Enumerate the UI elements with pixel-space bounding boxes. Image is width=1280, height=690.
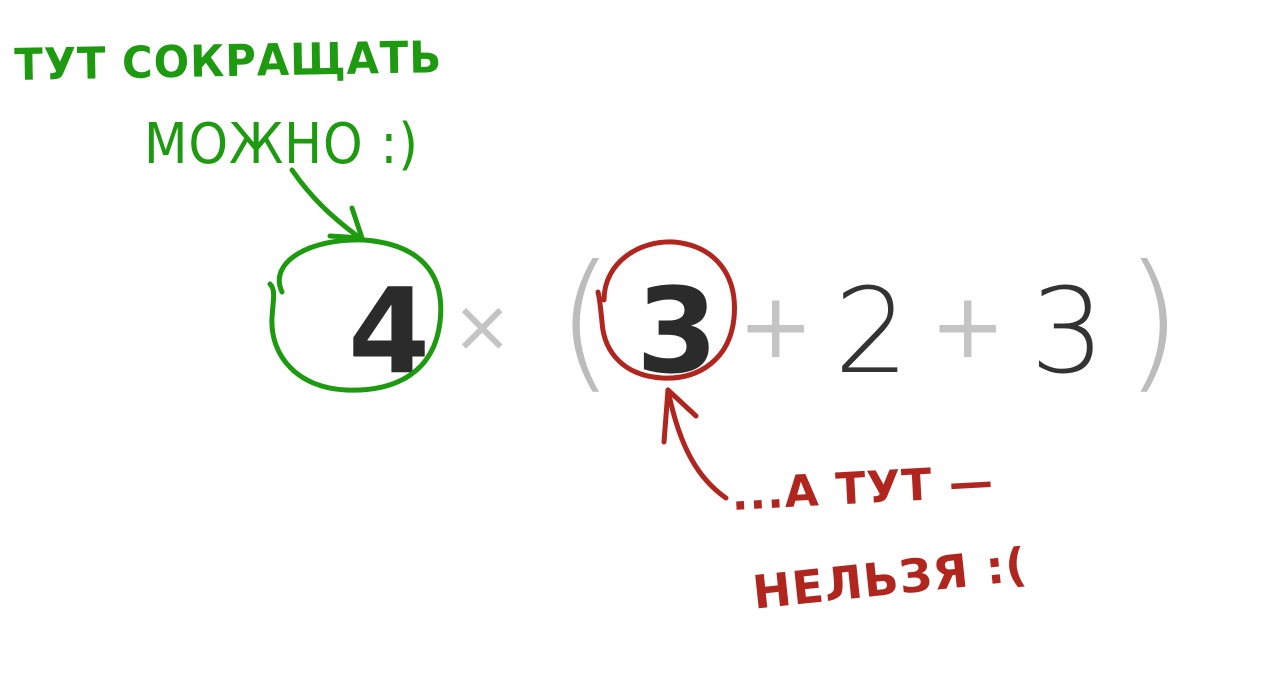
- green-circle: [267, 237, 444, 393]
- green-arrow-shaft: [289, 167, 363, 241]
- green-note-line1: ТУТ СОКРАЩАТЬ: [14, 32, 443, 91]
- diagram-canvas: 4 × ( 3 + 2 + 3 ) ТУТ СОКРАЩАТЬ МОЖНО :)…: [0, 0, 1280, 690]
- red-circle: [595, 239, 737, 381]
- green-note-line2: МОЖНО :): [144, 112, 419, 177]
- hand-drawn-overlay: [267, 167, 737, 501]
- red-arrow-shaft: [665, 387, 729, 501]
